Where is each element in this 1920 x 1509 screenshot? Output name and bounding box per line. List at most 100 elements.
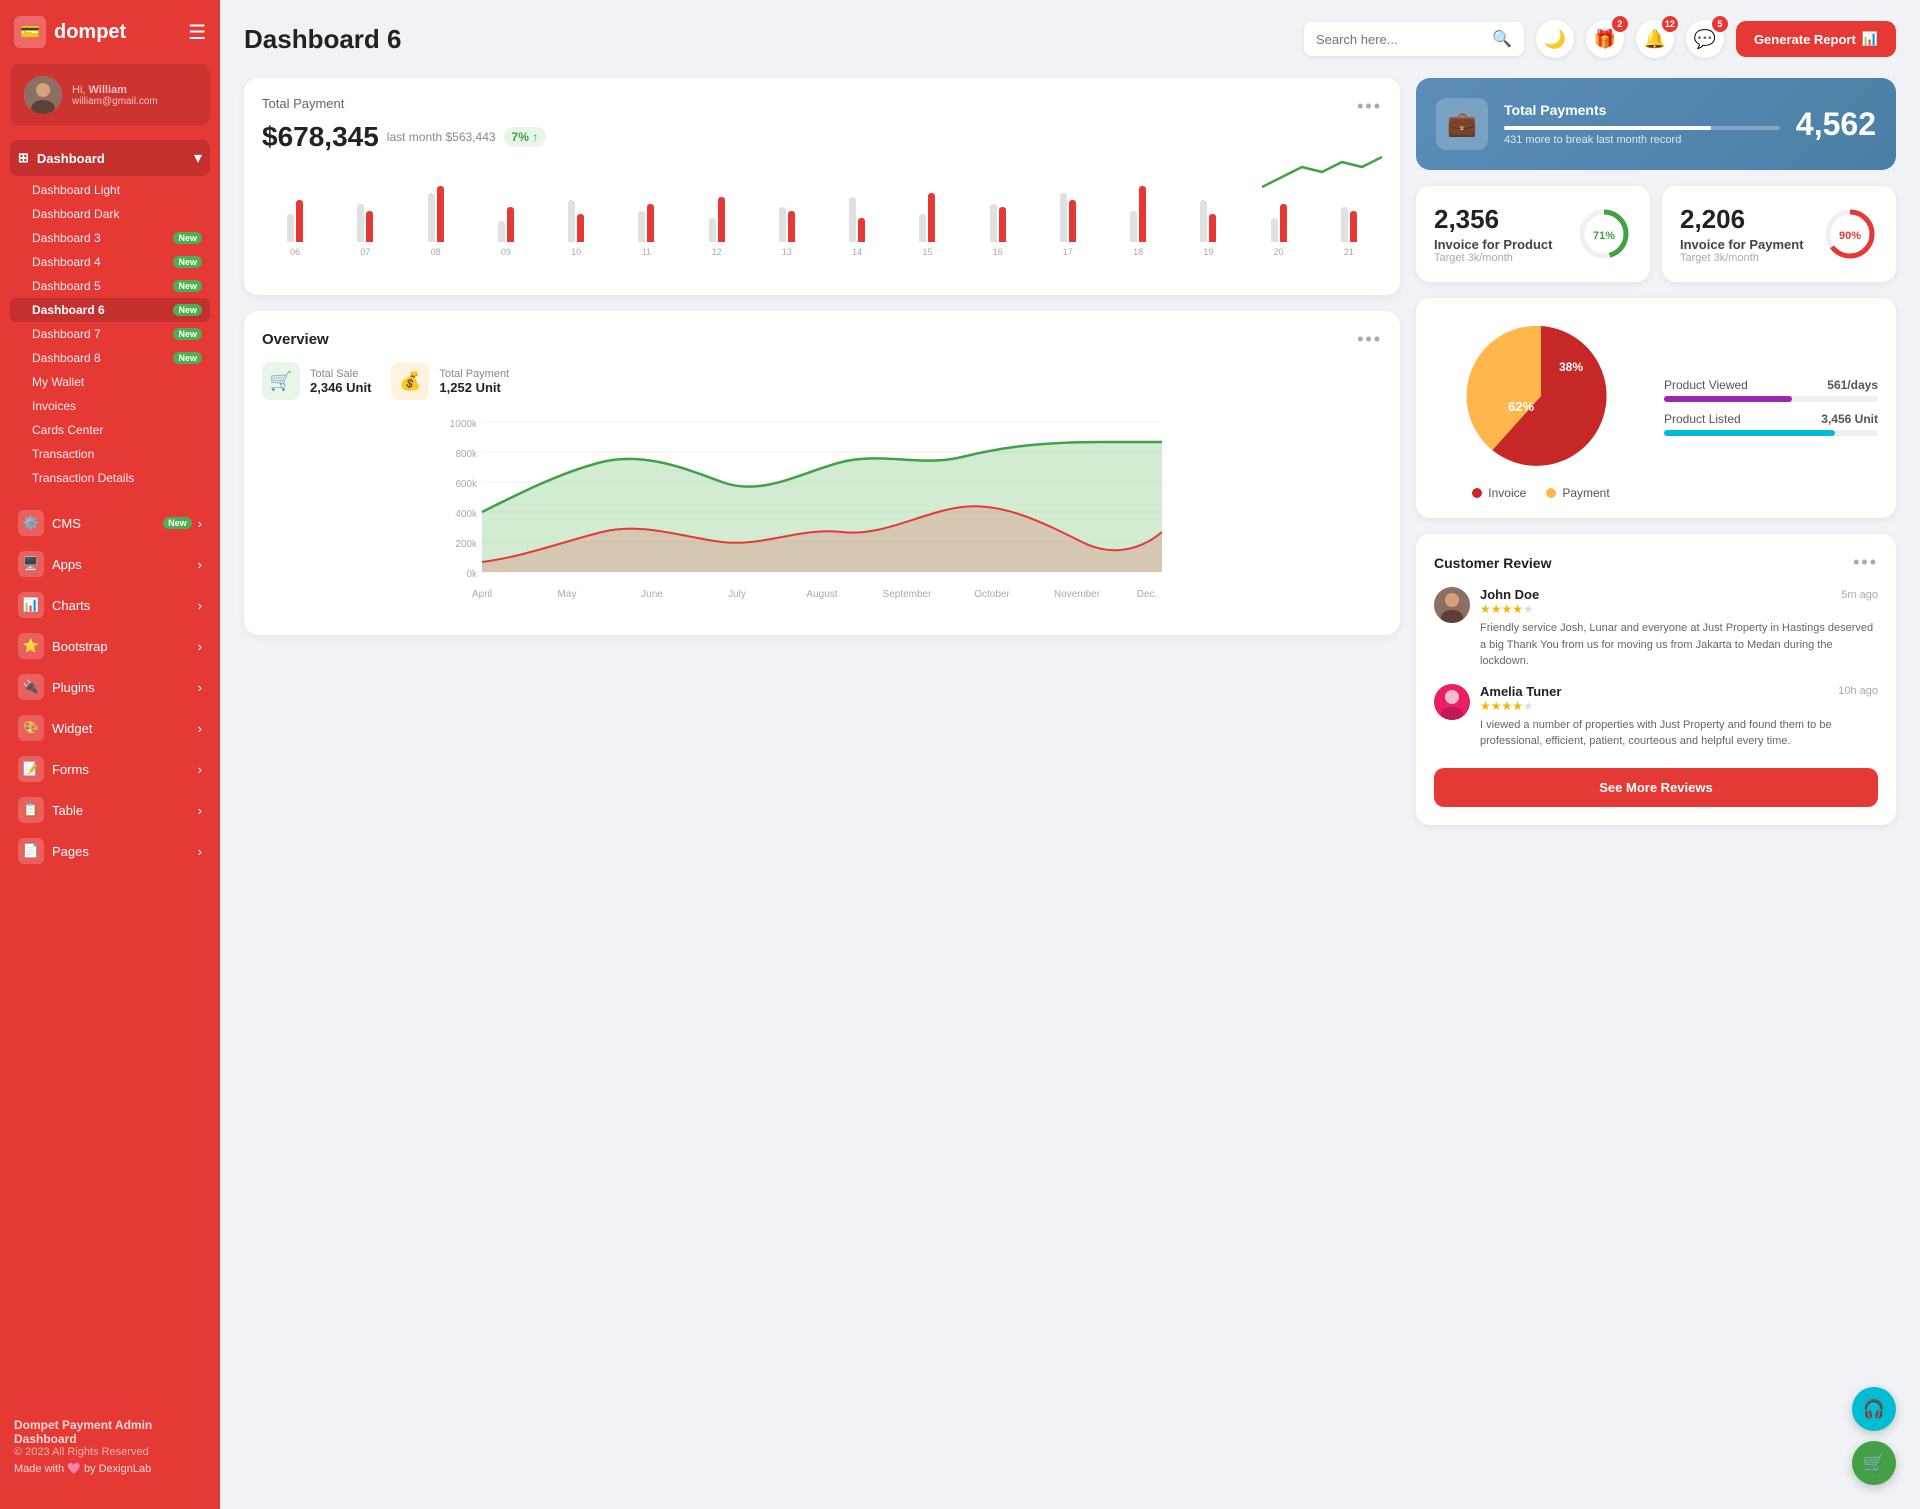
bell-button[interactable]: 🔔 12 <box>1636 20 1674 58</box>
bar-red <box>1280 204 1287 243</box>
sidebar-item-bootstrap[interactable]: ⭐Bootstrap › <box>10 626 210 666</box>
bar-red <box>858 218 865 243</box>
chart-bar-icon: 📊 <box>1862 31 1878 47</box>
bar-red <box>1209 214 1216 242</box>
svg-text:600k: 600k <box>455 479 478 490</box>
total-payments-sub: 431 more to break last month record <box>1504 134 1780 146</box>
chat-button[interactable]: 💬 5 <box>1686 20 1724 58</box>
sidebar-item-dashboard-light[interactable]: Dashboard Light <box>10 178 210 202</box>
sidebar-item-dashboard-8[interactable]: Dashboard 8 New <box>10 346 210 370</box>
reviewer-2-name: Amelia Tuner <box>1480 684 1561 699</box>
svg-text:Dec.: Dec. <box>1137 589 1158 600</box>
bar-chart: 06070809101112131415161718192021 <box>262 167 1382 277</box>
card-menu-dots[interactable]: ••• <box>1357 96 1382 117</box>
invoice-payment-label: Invoice for Payment <box>1680 237 1804 252</box>
total-payment-label: Total Payment <box>262 96 344 111</box>
bar-group: 07 <box>332 204 398 258</box>
bar-group: 10 <box>543 200 609 257</box>
hamburger-icon[interactable]: ☰ <box>188 20 206 45</box>
total-amount: $678,345 <box>262 121 379 153</box>
product-viewed-bar-fill <box>1664 396 1792 402</box>
bar-label: 16 <box>993 247 1003 257</box>
support-icon: 🎧 <box>1863 1399 1885 1420</box>
svg-text:April: April <box>472 589 492 600</box>
bar-label: 12 <box>712 247 722 257</box>
sidebar-item-charts[interactable]: 📊Charts › <box>10 585 210 625</box>
product-listed-label: Product Listed <box>1664 412 1741 426</box>
bar-red <box>928 193 935 242</box>
svg-text:July: July <box>728 589 746 600</box>
sidebar-item-table[interactable]: 📋Table › <box>10 790 210 830</box>
sidebar-logo[interactable]: 💳 dompet <box>14 16 126 48</box>
sidebar-item-plugins[interactable]: 🔌Plugins › <box>10 667 210 707</box>
sidebar-item-dashboard-4[interactable]: Dashboard 4 New <box>10 250 210 274</box>
generate-report-button[interactable]: Generate Report 📊 <box>1736 21 1896 57</box>
sidebar-item-dashboard-3[interactable]: Dashboard 3 New <box>10 226 210 250</box>
sidebar-item-widget[interactable]: 🎨Widget › <box>10 708 210 748</box>
invoice-product-info: 2,356 Invoice for Product Target 3k/mont… <box>1434 204 1552 264</box>
gift-icon: 🎁 <box>1594 29 1616 50</box>
trend-badge: 7% ↑ <box>504 127 547 147</box>
svg-text:November: November <box>1054 589 1101 600</box>
bar-pair <box>357 204 373 243</box>
sidebar-item-apps[interactable]: 🖥️Apps › <box>10 544 210 584</box>
invoice-product-number: 2,356 <box>1434 204 1552 235</box>
profile-hi: Hi, <box>72 84 85 96</box>
moon-button[interactable]: 🌙 <box>1536 20 1574 58</box>
total-payment-stat: 💰 Total Payment 1,252 Unit <box>391 362 509 400</box>
search-input[interactable] <box>1316 32 1486 47</box>
support-float-button[interactable]: 🎧 <box>1852 1387 1896 1431</box>
bar-gray <box>638 211 645 243</box>
main-content: Dashboard 6 🔍 🌙 🎁 2 🔔 12 💬 5 Gen <box>220 0 1920 1509</box>
sidebar-item-transaction-details[interactable]: Transaction Details <box>10 466 210 490</box>
sidebar-header: 💳 dompet ☰ <box>0 0 220 64</box>
sidebar-item-dashboard-6[interactable]: Dashboard 6 New <box>10 298 210 322</box>
sidebar-item-dashboard-7[interactable]: Dashboard 7 New <box>10 322 210 346</box>
cart-float-button[interactable]: 🛒 <box>1852 1441 1896 1485</box>
sidebar-profile[interactable]: Hi, William william@gmail.com <box>10 64 210 126</box>
legend-payment: Payment <box>1546 486 1609 500</box>
bar-group: 15 <box>894 193 960 257</box>
overview-card: Overview ••• 🛒 Total Sale 2,346 Unit 💰 <box>244 311 1400 635</box>
sidebar-item-cms[interactable]: ⚙️CMS New › <box>10 503 210 543</box>
bar-pair <box>1271 204 1287 243</box>
total-payments-bar-bg <box>1504 126 1780 130</box>
gift-button[interactable]: 🎁 2 <box>1586 20 1624 58</box>
sidebar-item-my-wallet[interactable]: My Wallet <box>10 370 210 394</box>
total-sale-value: 2,346 Unit <box>310 380 371 395</box>
dashboard-group[interactable]: ⊞ Dashboard ▾ <box>10 140 210 176</box>
arrow-icon: › <box>198 721 202 736</box>
bar-group: 18 <box>1105 186 1171 257</box>
wallet-icon: 💼 <box>1436 98 1488 150</box>
sidebar-item-dashboard-5[interactable]: Dashboard 5 New <box>10 274 210 298</box>
invoice-payment-ring: 90% <box>1822 206 1878 262</box>
sidebar-item-pages[interactable]: 📄Pages › <box>10 831 210 871</box>
profile-info: Hi, William william@gmail.com <box>72 84 158 107</box>
arrow-icon: › <box>198 516 202 531</box>
bar-group: 09 <box>473 207 539 257</box>
svg-text:May: May <box>558 589 577 600</box>
overview-dots[interactable]: ••• <box>1357 329 1382 350</box>
pie-chart-section: 62% 38% Invoice Payment <box>1434 316 1648 500</box>
sidebar-item-transaction[interactable]: Transaction <box>10 442 210 466</box>
badge-new: New <box>173 280 202 292</box>
search-icon[interactable]: 🔍 <box>1492 29 1512 49</box>
invoice-product-card: 2,356 Invoice for Product Target 3k/mont… <box>1416 186 1650 282</box>
total-payments-bar-fill <box>1504 126 1711 130</box>
sidebar-item-forms[interactable]: 📝Forms › <box>10 749 210 789</box>
total-sale-info: Total Sale 2,346 Unit <box>310 368 371 395</box>
app-name: dompet <box>54 21 126 44</box>
bar-pair <box>709 197 725 243</box>
product-listed-value: 3,456 Unit <box>1821 412 1878 426</box>
review-dots[interactable]: ••• <box>1853 552 1878 573</box>
sidebar-item-cards-center[interactable]: Cards Center <box>10 418 210 442</box>
sidebar-menu-section: ⚙️CMS New › 🖥️Apps › 📊Charts › ⭐Bootstra… <box>0 498 220 876</box>
sidebar-item-invoices[interactable]: Invoices <box>10 394 210 418</box>
bar-pair <box>287 200 303 242</box>
see-more-reviews-button[interactable]: See More Reviews <box>1434 768 1878 807</box>
header-right: 🔍 🌙 🎁 2 🔔 12 💬 5 Generate Report 📊 <box>1304 20 1896 58</box>
invoice-product-label: Invoice for Product <box>1434 237 1552 252</box>
sidebar-item-dashboard-dark[interactable]: Dashboard Dark <box>10 202 210 226</box>
plugins-icon: 🔌 <box>18 674 44 700</box>
reviewer-2-stars: ★★★★★ <box>1480 699 1878 713</box>
